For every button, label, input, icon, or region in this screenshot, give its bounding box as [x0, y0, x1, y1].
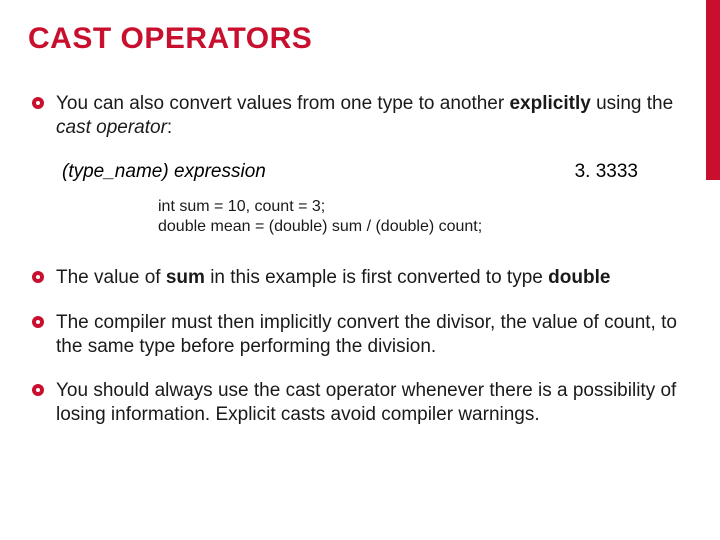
- syntax-expr: expression: [174, 161, 266, 182]
- result-value: 3. 3333: [575, 161, 678, 183]
- b1-text-c: :: [167, 117, 172, 138]
- syntax-typename: type_name: [68, 161, 162, 182]
- code-block: int sum = 10, count = 3; double mean = (…: [28, 197, 678, 239]
- accent-bar: [706, 0, 720, 180]
- b2-double: double: [548, 267, 610, 288]
- syntax-close: ): [162, 161, 174, 182]
- bullet-1: You can also convert values from one typ…: [28, 92, 678, 141]
- code-line-2: double mean = (double) sum / (double) co…: [158, 217, 678, 238]
- bullet-4: You should always use the cast operator …: [28, 379, 678, 428]
- b2-sum: sum: [166, 267, 205, 288]
- b2-text-b: in this example is first converted to ty…: [205, 267, 548, 288]
- syntax-row: (type_name) expression 3. 3333: [28, 161, 678, 183]
- bullet-2: The value of sum in this example is firs…: [28, 266, 678, 290]
- bullet-list-2: The value of sum in this example is firs…: [28, 266, 678, 428]
- b1-explicitly: explicitly: [509, 93, 590, 114]
- code-line-1: int sum = 10, count = 3;: [158, 197, 678, 218]
- syntax-expression: (type_name) expression: [62, 161, 266, 183]
- b1-text-b: using the: [591, 93, 673, 114]
- bullet-list: You can also convert values from one typ…: [28, 92, 678, 141]
- b1-text-a: You can also convert values from one typ…: [56, 93, 509, 114]
- b1-castop: cast operator: [56, 117, 167, 138]
- b2-text-a: The value of: [56, 267, 166, 288]
- page-title: CAST OPERATORS: [28, 22, 678, 56]
- bullet-3: The compiler must then implicitly conver…: [28, 311, 678, 360]
